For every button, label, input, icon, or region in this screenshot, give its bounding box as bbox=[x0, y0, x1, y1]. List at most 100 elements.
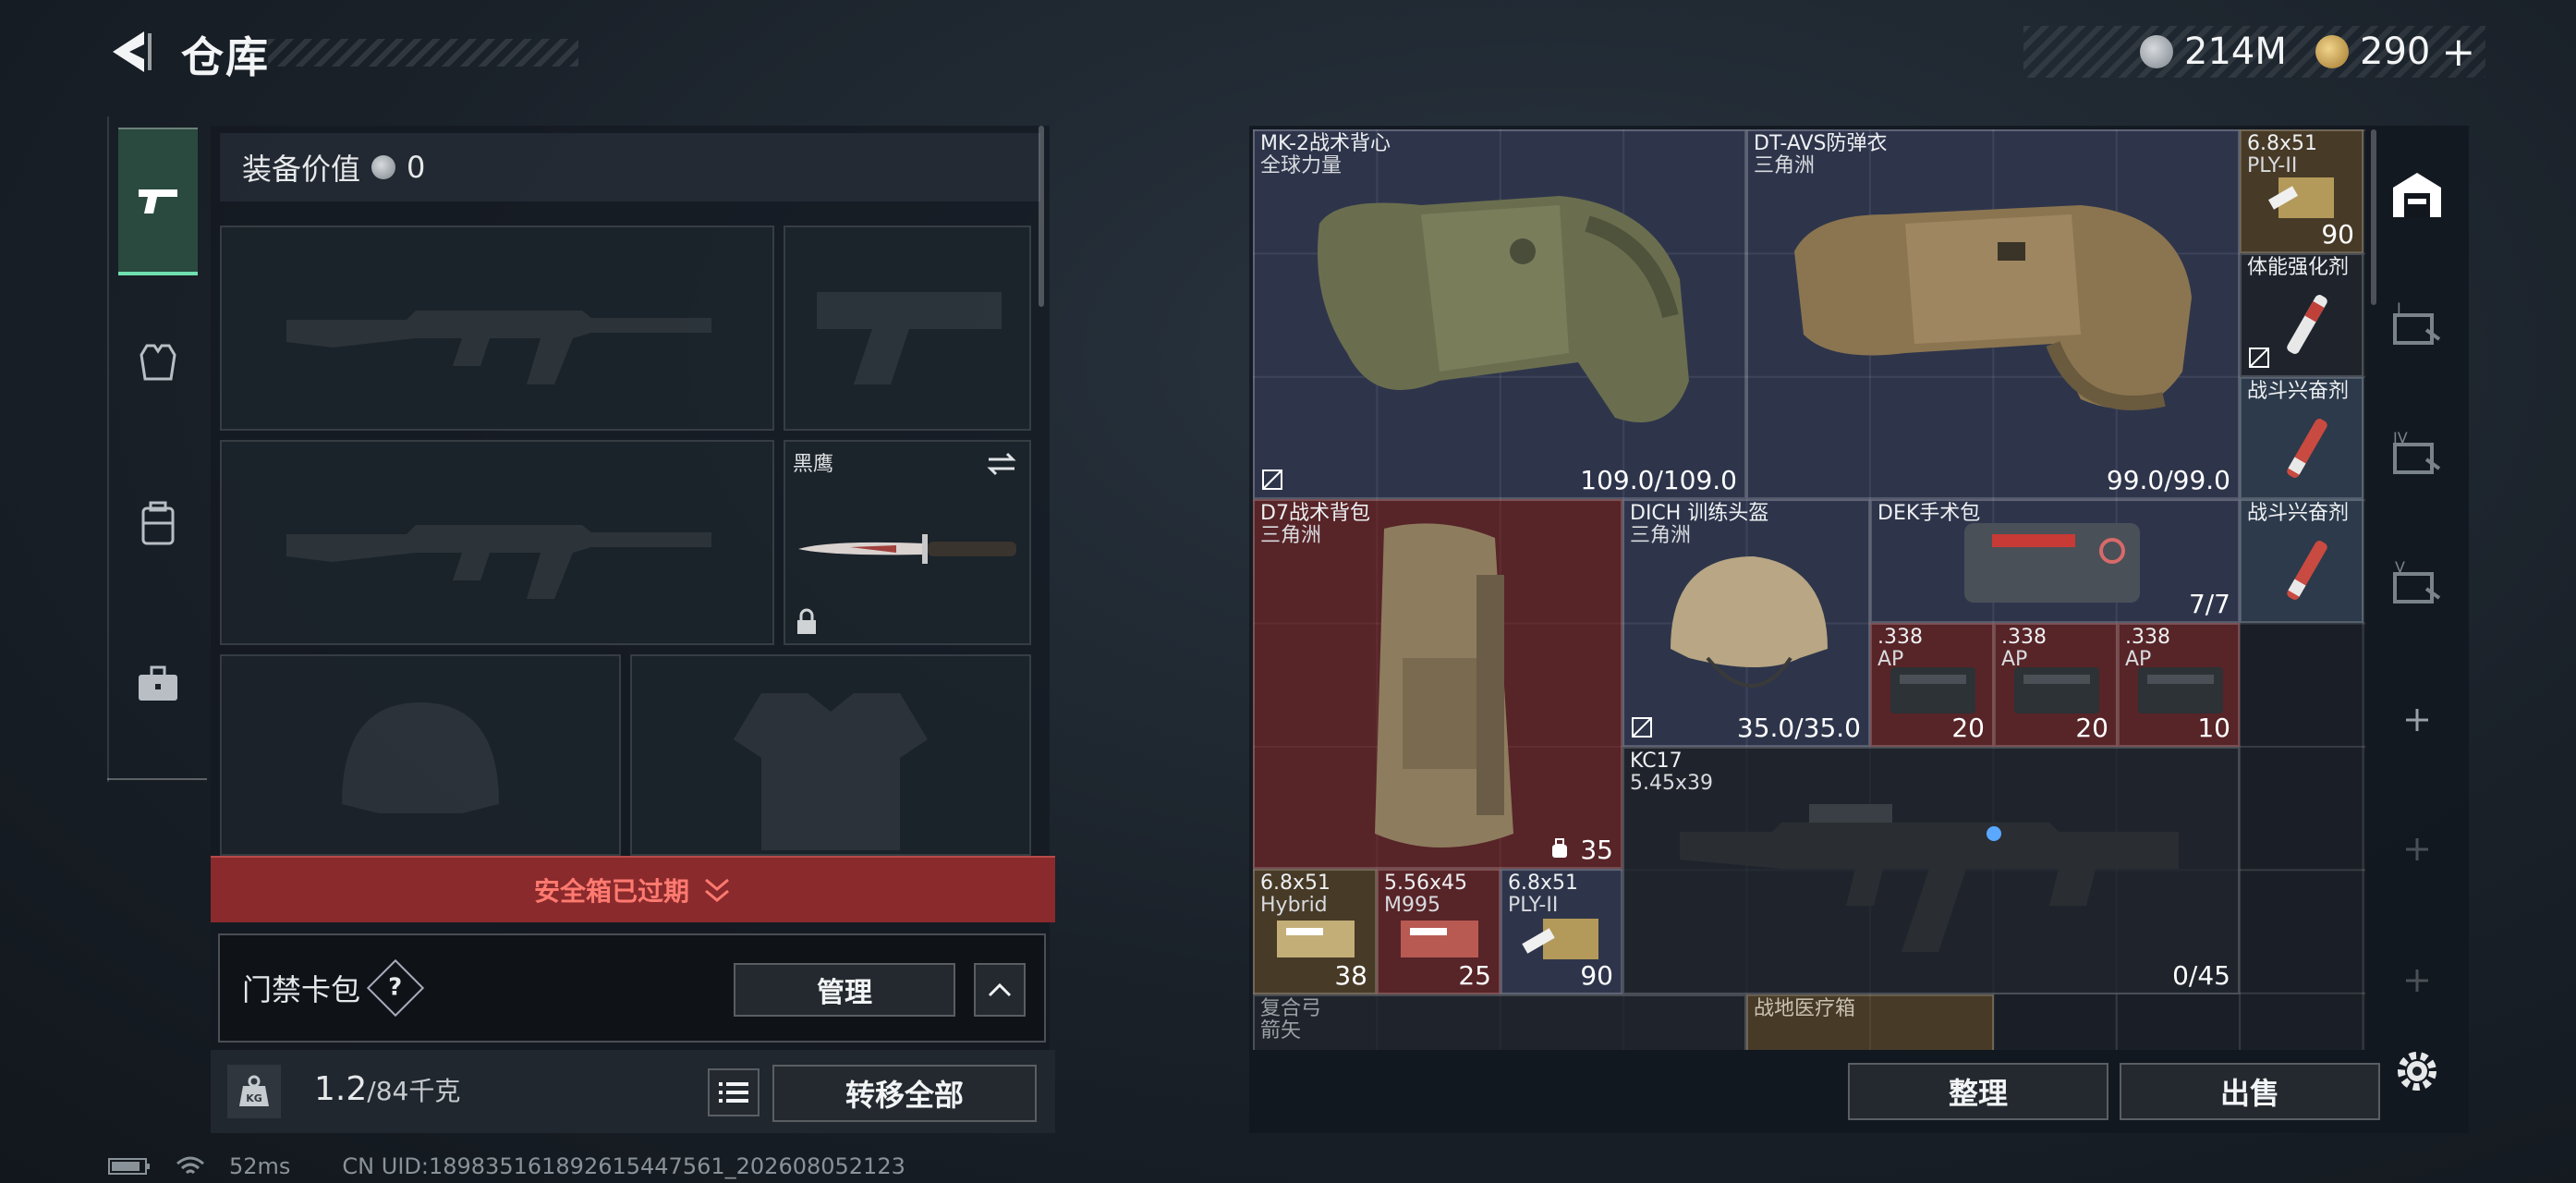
gold-currency[interactable]: 290 + bbox=[2315, 26, 2475, 78]
equip-value: 0 bbox=[407, 150, 426, 185]
tab-character[interactable] bbox=[118, 288, 198, 436]
sell-button[interactable]: 出售 bbox=[2120, 1063, 2380, 1120]
loadout-scrollbar[interactable] bbox=[1039, 126, 1044, 307]
helmet-item-icon bbox=[1671, 556, 1828, 688]
double-chevron-down-icon bbox=[705, 878, 729, 902]
vest-icon bbox=[140, 344, 176, 381]
plus-icon bbox=[2406, 970, 2428, 992]
safe-box-status: 安全箱已过期 bbox=[533, 876, 689, 907]
rifle-silhouette-icon bbox=[286, 311, 711, 384]
manage-button[interactable]: 管理 bbox=[734, 963, 955, 1017]
helmet-slot[interactable] bbox=[220, 654, 621, 856]
silver-currency: 214M bbox=[2140, 26, 2287, 78]
help-icon[interactable]: ? bbox=[366, 958, 425, 1018]
inventory-item[interactable]: 体能强化剂 bbox=[2240, 253, 2363, 377]
tab-weapons[interactable] bbox=[118, 128, 198, 275]
silver-coin-icon bbox=[371, 155, 396, 179]
inventory-item[interactable]: 6.8x51 PLY-II 90 bbox=[2240, 129, 2363, 253]
swap-icon[interactable] bbox=[985, 451, 1018, 477]
add-storage-button-disabled bbox=[2378, 799, 2456, 900]
list-view-button[interactable] bbox=[708, 1068, 759, 1116]
svg-text:KG: KG bbox=[246, 1092, 262, 1104]
plus-icon bbox=[2406, 838, 2428, 860]
back-arrow-icon[interactable] bbox=[103, 24, 159, 79]
ammo-box-icon bbox=[1401, 921, 1478, 957]
collapse-button[interactable] bbox=[974, 963, 1026, 1017]
ammo-box-icon bbox=[1277, 921, 1355, 957]
silver-coin-icon bbox=[2140, 35, 2173, 68]
settings-button[interactable] bbox=[2378, 1020, 2456, 1122]
sidearm-slot[interactable] bbox=[784, 226, 1031, 431]
knife-icon bbox=[798, 534, 1016, 564]
ping: 52ms bbox=[229, 1153, 291, 1179]
surgical-kit-icon bbox=[1964, 523, 2140, 603]
tab-warehouse-4[interactable]: IV bbox=[2378, 403, 2456, 505]
safe-box-expired-banner[interactable]: 安全箱已过期 bbox=[211, 856, 1055, 922]
helmet-silhouette-icon bbox=[342, 702, 499, 813]
inventory-item[interactable]: .338 AP 20 bbox=[1870, 623, 1994, 747]
storage-expansion-icon: I bbox=[2393, 299, 2441, 345]
inventory-item[interactable]: .338 AP 10 bbox=[2118, 623, 2240, 747]
plus-icon bbox=[2406, 709, 2428, 731]
equip-value-label: 装备价值 bbox=[242, 152, 361, 187]
inventory-item[interactable]: DEK手术包 7/7 bbox=[1870, 499, 2240, 623]
svg-text:V: V bbox=[2395, 558, 2405, 576]
inventory-item[interactable]: 5.56x45 M995 25 bbox=[1377, 869, 1501, 994]
gear-icon bbox=[2398, 1052, 2436, 1091]
sort-button[interactable]: 整理 bbox=[1848, 1063, 2108, 1120]
status-bar: 52ms CN UID:18983516189261544​7561_20260… bbox=[107, 1153, 905, 1179]
briefcase-icon bbox=[139, 665, 177, 701]
melee-slot[interactable]: 黑鹰 bbox=[784, 440, 1031, 645]
inventory-item[interactable]: DICH 训练头盔 三角洲 35.0/35.0 bbox=[1622, 499, 1870, 747]
add-storage-button-disabled bbox=[2378, 930, 2456, 1031]
equip-value-bar: 装备价值 0 bbox=[220, 133, 1040, 201]
weight-current: 1.2 bbox=[314, 1070, 368, 1108]
ammo-box-icon bbox=[1890, 667, 1975, 713]
ammo-box-icon bbox=[1522, 919, 1598, 959]
inventory-item[interactable]: KC17 5.45x39 0/45 bbox=[1622, 747, 2240, 994]
ammo-box-icon bbox=[2268, 177, 2334, 218]
armor-slot[interactable] bbox=[630, 654, 1031, 856]
add-storage-button[interactable] bbox=[2378, 669, 2456, 771]
gold-coin-icon bbox=[2315, 35, 2349, 68]
uid: CN UID:18983516189261544​7561_2026080521… bbox=[342, 1153, 905, 1179]
left-category-tabs bbox=[107, 116, 209, 782]
inventory-item[interactable]: 复合弓 箭矢 bbox=[1253, 994, 1746, 1050]
melee-name: 黑鹰 bbox=[793, 453, 834, 476]
tab-warehouse-2[interactable]: I bbox=[2378, 274, 2456, 375]
silver-amount: 214M bbox=[2184, 30, 2287, 73]
inventory-item[interactable]: DT-AVS防弹衣 三角洲 99.0/99.0 bbox=[1746, 129, 2240, 499]
tab-divider bbox=[107, 778, 207, 780]
inventory-item[interactable]: 战斗兴奋剂 bbox=[2240, 499, 2363, 623]
weight-icon: KG bbox=[227, 1065, 281, 1118]
inventory-item[interactable]: 战地医疗箱 bbox=[1746, 994, 1994, 1050]
inventory-item[interactable]: MK-2战术背心 全球力量 109.0/109.0 bbox=[1253, 129, 1746, 499]
secondary-weapon-slot[interactable] bbox=[220, 440, 774, 645]
injector-icon bbox=[2287, 295, 2327, 354]
pistol-silhouette-icon bbox=[817, 292, 1002, 384]
inventory-item[interactable]: D7战术背包 三角洲 35 bbox=[1253, 499, 1622, 869]
rifle-silhouette-icon bbox=[286, 525, 711, 599]
transfer-all-button[interactable]: 转移全部 bbox=[772, 1065, 1037, 1122]
chevron-up-icon bbox=[988, 982, 1012, 997]
backpack-icon bbox=[141, 501, 175, 545]
tab-warehouse-main[interactable] bbox=[2378, 144, 2456, 246]
armor-silhouette-icon bbox=[734, 693, 928, 850]
ammo-box-icon bbox=[2014, 667, 2099, 713]
tab-case[interactable] bbox=[118, 610, 198, 758]
capacity-icon bbox=[1552, 838, 1567, 858]
no-insure-icon bbox=[1632, 717, 1652, 738]
primary-weapon-slot[interactable] bbox=[220, 226, 774, 431]
svg-text:I: I bbox=[2397, 299, 2401, 317]
inventory-item[interactable]: .338 AP 20 bbox=[1994, 623, 2118, 747]
inventory-item[interactable]: 战斗兴奋剂 bbox=[2240, 377, 2363, 499]
inventory-item[interactable]: 6.8x51 Hybrid 38 bbox=[1253, 869, 1377, 994]
injector-icon bbox=[2287, 419, 2327, 478]
inventory-item[interactable]: 6.8x51 PLY-II 90 bbox=[1501, 869, 1622, 994]
tactical-vest-icon bbox=[1318, 196, 1689, 422]
weight-max: /84千克 bbox=[367, 1076, 461, 1106]
weight-readout: 1.2 /84千克 bbox=[314, 1070, 460, 1108]
tab-warehouse-5[interactable]: V bbox=[2378, 532, 2456, 634]
tab-backpack[interactable] bbox=[118, 449, 198, 597]
add-gold-icon[interactable]: + bbox=[2441, 29, 2475, 76]
